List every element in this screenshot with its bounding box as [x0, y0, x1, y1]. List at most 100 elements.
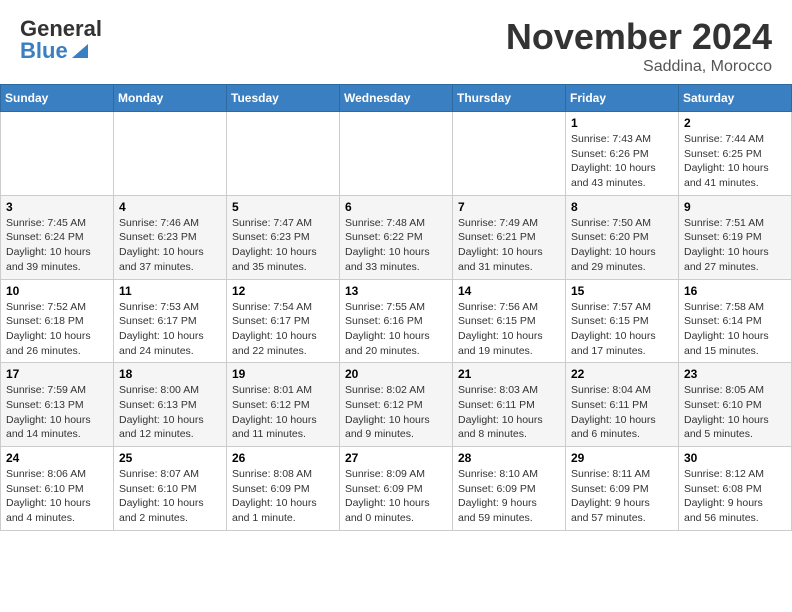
calendar-day: 27Sunrise: 8:09 AMSunset: 6:09 PMDayligh…	[340, 447, 453, 531]
day-info: Sunrise: 8:01 AMSunset: 6:12 PMDaylight:…	[232, 383, 334, 442]
calendar-day: 4 Sunrise: 7:46 AMSunset: 6:23 PMDaylight…	[114, 195, 227, 279]
calendar-day: 29 Sunrise: 8:11 AMSunset: 6:09 PMDayligh…	[566, 447, 679, 531]
day-number: 9	[684, 200, 786, 214]
calendar-day	[227, 112, 340, 196]
calendar-day: 15 Sunrise: 7:57 AMSunset: 6:15 PMDayligh…	[566, 279, 679, 363]
day-info: Sunrise: 7:53 AMSunset: 6:17 PMDaylight:…	[119, 300, 221, 359]
day-info: Sunrise: 8:06 AMSunset: 6:10 PMDaylight:…	[6, 467, 108, 526]
calendar-day: 7 Sunrise: 7:49 AMSunset: 6:21 PMDaylight…	[453, 195, 566, 279]
day-number: 11	[119, 284, 221, 298]
day-number: 30	[684, 451, 786, 465]
calendar-day: 16 Sunrise: 7:58 AMSunset: 6:14 PMDayligh…	[679, 279, 792, 363]
day-number: 12	[232, 284, 334, 298]
calendar-day: 26 Sunrise: 8:08 AMSunset: 6:09 PMDayligh…	[227, 447, 340, 531]
title-block: November 2024 Saddina, Morocco	[506, 16, 772, 76]
day-info: Sunrise: 7:46 AMSunset: 6:23 PMDaylight:…	[119, 216, 221, 275]
calendar-day: 14 Sunrise: 7:56 AMSunset: 6:15 PMDayligh…	[453, 279, 566, 363]
day-info: Sunrise: 7:52 AMSunset: 6:18 PMDaylight:…	[6, 300, 108, 359]
calendar-day: 21Sunrise: 8:03 AMSunset: 6:11 PMDayligh…	[453, 363, 566, 447]
col-sunday: Sunday	[1, 85, 114, 112]
day-info: Sunrise: 7:54 AMSunset: 6:17 PMDaylight:…	[232, 300, 334, 359]
day-info: Sunrise: 8:11 AMSunset: 6:09 PMDaylight:…	[571, 467, 673, 526]
calendar-day: 13Sunrise: 7:55 AMSunset: 6:16 PMDayligh…	[340, 279, 453, 363]
calendar-week-2: 3 Sunrise: 7:45 AMSunset: 6:24 PMDaylight…	[1, 195, 792, 279]
day-number: 15	[571, 284, 673, 298]
day-number: 25	[119, 451, 221, 465]
logo: General Blue	[20, 16, 104, 68]
month-title: November 2024	[506, 16, 772, 58]
calendar-day: 23 Sunrise: 8:05 AMSunset: 6:10 PMDayligh…	[679, 363, 792, 447]
col-tuesday: Tuesday	[227, 85, 340, 112]
day-number: 10	[6, 284, 108, 298]
calendar-week-4: 17 Sunrise: 7:59 AMSunset: 6:13 PMDayligh…	[1, 363, 792, 447]
day-info: Sunrise: 8:05 AMSunset: 6:10 PMDaylight:…	[684, 383, 786, 442]
day-number: 14	[458, 284, 560, 298]
calendar-day: 6 Sunrise: 7:48 AMSunset: 6:22 PMDaylight…	[340, 195, 453, 279]
calendar-day: 11 Sunrise: 7:53 AMSunset: 6:17 PMDayligh…	[114, 279, 227, 363]
calendar-day	[453, 112, 566, 196]
day-number: 4	[119, 200, 221, 214]
day-info: Sunrise: 7:47 AMSunset: 6:23 PMDaylight:…	[232, 216, 334, 275]
day-info: Sunrise: 8:00 AMSunset: 6:13 PMDaylight:…	[119, 383, 221, 442]
col-friday: Friday	[566, 85, 679, 112]
header-row: Sunday Monday Tuesday Wednesday Thursday…	[1, 85, 792, 112]
calendar-day: 9 Sunrise: 7:51 AMSunset: 6:19 PMDaylight…	[679, 195, 792, 279]
calendar-day	[1, 112, 114, 196]
calendar-day: 10 Sunrise: 7:52 AMSunset: 6:18 PMDayligh…	[1, 279, 114, 363]
day-info: Sunrise: 7:56 AMSunset: 6:15 PMDaylight:…	[458, 300, 560, 359]
calendar-day: 1Sunrise: 7:43 AMSunset: 6:26 PMDaylight…	[566, 112, 679, 196]
day-info: Sunrise: 8:02 AMSunset: 6:12 PMDaylight:…	[345, 383, 447, 442]
col-monday: Monday	[114, 85, 227, 112]
day-number: 29	[571, 451, 673, 465]
day-number: 5	[232, 200, 334, 214]
calendar-day: 19Sunrise: 8:01 AMSunset: 6:12 PMDayligh…	[227, 363, 340, 447]
day-number: 7	[458, 200, 560, 214]
calendar-day: 8 Sunrise: 7:50 AMSunset: 6:20 PMDaylight…	[566, 195, 679, 279]
day-number: 18	[119, 367, 221, 381]
calendar-day: 30Sunrise: 8:12 AMSunset: 6:08 PMDayligh…	[679, 447, 792, 531]
calendar-day	[340, 112, 453, 196]
calendar-day: 5 Sunrise: 7:47 AMSunset: 6:23 PMDaylight…	[227, 195, 340, 279]
day-number: 6	[345, 200, 447, 214]
day-number: 2	[684, 116, 786, 130]
day-info: Sunrise: 7:57 AMSunset: 6:15 PMDaylight:…	[571, 300, 673, 359]
day-info: Sunrise: 7:50 AMSunset: 6:20 PMDaylight:…	[571, 216, 673, 275]
day-info: Sunrise: 7:48 AMSunset: 6:22 PMDaylight:…	[345, 216, 447, 275]
calendar-week-1: 1Sunrise: 7:43 AMSunset: 6:26 PMDaylight…	[1, 112, 792, 196]
calendar-day: 22 Sunrise: 8:04 AMSunset: 6:11 PMDayligh…	[566, 363, 679, 447]
day-info: Sunrise: 8:07 AMSunset: 6:10 PMDaylight:…	[119, 467, 221, 526]
day-number: 13	[345, 284, 447, 298]
calendar-day	[114, 112, 227, 196]
day-number: 24	[6, 451, 108, 465]
col-thursday: Thursday	[453, 85, 566, 112]
calendar-table: Sunday Monday Tuesday Wednesday Thursday…	[0, 84, 792, 531]
day-info: Sunrise: 7:49 AMSunset: 6:21 PMDaylight:…	[458, 216, 560, 275]
page-wrapper: General Blue November 2024 Saddina, Moro…	[0, 0, 792, 531]
header: General Blue November 2024 Saddina, Moro…	[0, 0, 792, 84]
day-number: 17	[6, 367, 108, 381]
day-number: 23	[684, 367, 786, 381]
col-wednesday: Wednesday	[340, 85, 453, 112]
day-info: Sunrise: 8:04 AMSunset: 6:11 PMDaylight:…	[571, 383, 673, 442]
calendar-day: 2Sunrise: 7:44 AMSunset: 6:25 PMDaylight…	[679, 112, 792, 196]
calendar-day: 12 Sunrise: 7:54 AMSunset: 6:17 PMDayligh…	[227, 279, 340, 363]
calendar-day: 24 Sunrise: 8:06 AMSunset: 6:10 PMDayligh…	[1, 447, 114, 531]
day-info: Sunrise: 7:58 AMSunset: 6:14 PMDaylight:…	[684, 300, 786, 359]
calendar-day: 17 Sunrise: 7:59 AMSunset: 6:13 PMDayligh…	[1, 363, 114, 447]
calendar-day: 20Sunrise: 8:02 AMSunset: 6:12 PMDayligh…	[340, 363, 453, 447]
logo-icon	[70, 40, 90, 60]
day-info: Sunrise: 7:59 AMSunset: 6:13 PMDaylight:…	[6, 383, 108, 442]
day-number: 8	[571, 200, 673, 214]
day-info: Sunrise: 7:43 AMSunset: 6:26 PMDaylight:…	[571, 132, 673, 191]
calendar-day: 3 Sunrise: 7:45 AMSunset: 6:24 PMDaylight…	[1, 195, 114, 279]
calendar-day: 28Sunrise: 8:10 AMSunset: 6:09 PMDayligh…	[453, 447, 566, 531]
day-info: Sunrise: 8:08 AMSunset: 6:09 PMDaylight:…	[232, 467, 334, 526]
day-number: 16	[684, 284, 786, 298]
logo-blue: Blue	[20, 38, 68, 64]
day-info: Sunrise: 7:45 AMSunset: 6:24 PMDaylight:…	[6, 216, 108, 275]
day-number: 3	[6, 200, 108, 214]
day-number: 27	[345, 451, 447, 465]
day-number: 22	[571, 367, 673, 381]
day-number: 26	[232, 451, 334, 465]
day-info: Sunrise: 7:51 AMSunset: 6:19 PMDaylight:…	[684, 216, 786, 275]
